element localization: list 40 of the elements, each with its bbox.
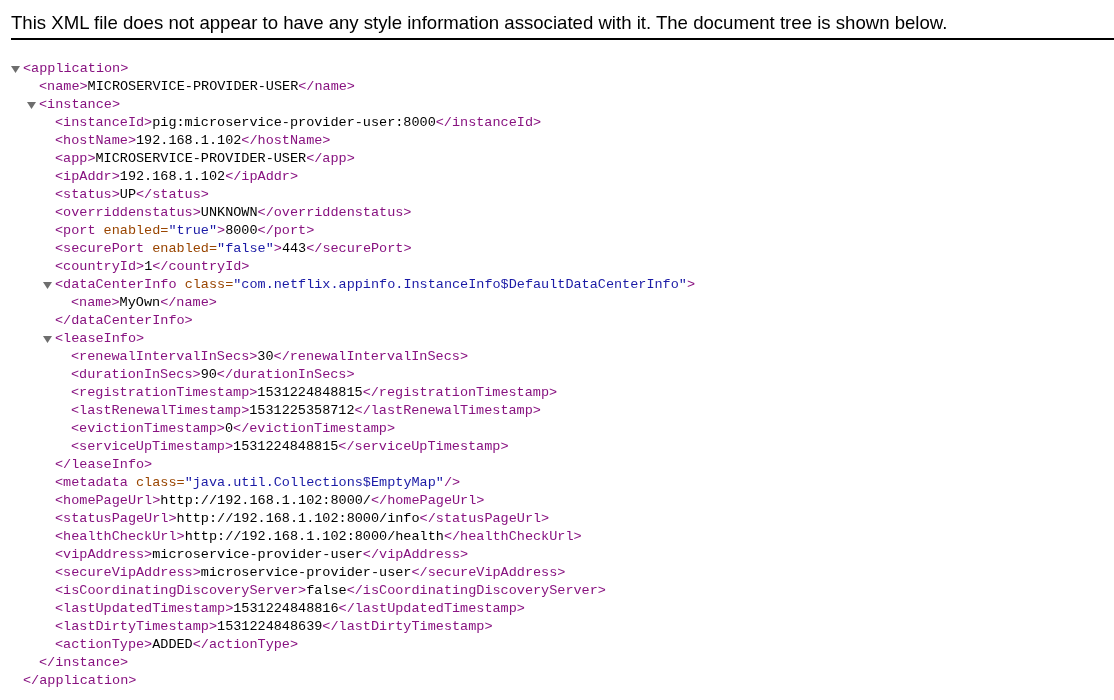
xml-line: <evictionTimestamp>0</evictionTimestamp> [71,420,396,438]
xml-line: <isCoordinatingDiscoveryServer>false</isCoordinatingDiscoveryServer> [55,582,606,600]
xml-line: <overriddenstatus>UNKNOWN</overriddenstatus> [55,204,412,222]
xml-line: <leaseInfo> [55,330,145,348]
xml-line: <durationInSecs>90</durationInSecs> [71,366,355,384]
xml-line: <securePort enabled="false">443</securePort> [55,240,412,258]
xml-line: <homePageUrl>http://192.168.1.102:8000/</homePageUrl> [55,492,485,510]
xml-line: <hostName>192.168.1.102</hostName> [55,132,331,150]
xml-line: <serviceUpTimestamp>1531224848815</serviceUpTimestamp> [71,438,509,456]
xml-line: <lastRenewalTimestamp>1531225358712</lastRenewalTimestamp> [71,402,541,420]
toggle-icon[interactable] [43,280,52,290]
style-notice: This XML file does not appear to have any style information associated with it. The document tree is shown below. [11,12,948,34]
xml-line: <countryId>1</countryId> [55,258,250,276]
xml-line: <metadata class="java.util.Collections$EmptyMap"/> [55,474,461,492]
xml-line: <healthCheckUrl>http://192.168.1.102:8000/health</healthCheckUrl> [55,528,582,546]
xml-line: <port enabled="true">8000</port> [55,222,315,240]
xml-line: <ipAddr>192.168.1.102</ipAddr> [55,168,299,186]
xml-line: </dataCenterInfo> [55,312,193,330]
xml-line: <app>MICROSERVICE-PROVIDER-USER</app> [55,150,355,168]
xml-line: <lastDirtyTimestamp>1531224848639</lastDirtyTimestamp> [55,618,493,636]
xml-line: <lastUpdatedTimestamp>1531224848816</lastUpdatedTimestamp> [55,600,525,618]
xml-line: <statusPageUrl>http://192.168.1.102:8000/info</statusPageUrl> [55,510,550,528]
xml-line: <secureVipAddress>microservice-provider-user</secureVipAddress> [55,564,566,582]
xml-line: </instance> [39,654,129,672]
xml-line: </application> [23,672,137,690]
xml-line: <instance> [39,96,120,114]
xml-line: </leaseInfo> [55,456,153,474]
xml-line: <vipAddress>microservice-provider-user</vipAddress> [55,546,469,564]
xml-line: <actionType>ADDED</actionType> [55,636,299,654]
xml-line: <dataCenterInfo class="com.netflix.appinfo.InstanceInfo$DefaultDataCenterInfo"> [55,276,696,294]
toggle-icon[interactable] [27,100,36,110]
xml-line: <application> [23,60,129,78]
xml-line: <instanceId>pig:microservice-provider-user:8000</instanceId> [55,114,542,132]
xml-line: <registrationTimestamp>1531224848815</registrationTimestamp> [71,384,558,402]
xml-line: <name>MyOwn</name> [71,294,217,312]
xml-line: <status>UP</status> [55,186,209,204]
xml-line: <renewalIntervalInSecs>30</renewalIntervalInSecs> [71,348,468,366]
xml-line: <name>MICROSERVICE-PROVIDER-USER</name> [39,78,355,96]
toggle-icon[interactable] [11,64,20,74]
toggle-icon[interactable] [43,334,52,344]
